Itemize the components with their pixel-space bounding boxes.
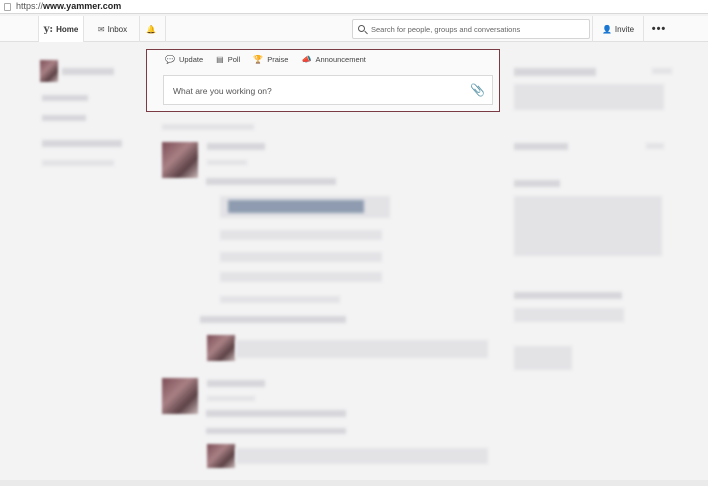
tab-praise[interactable]: 🏆 Praise [253, 55, 288, 64]
composer-placeholder: What are you working on? [173, 86, 272, 96]
blurred-group-item[interactable] [42, 140, 122, 147]
tab-announcement[interactable]: 📣 Announcement [301, 55, 365, 64]
attachment-icon[interactable]: 📎 [470, 83, 485, 97]
megaphone-icon: 📣 [301, 55, 312, 64]
blurred-section-title [514, 143, 568, 150]
blurred-section-body [514, 308, 624, 322]
post-avatar[interactable] [162, 378, 198, 414]
blurred-section-body [514, 84, 664, 110]
blurred-post-text [206, 178, 336, 185]
inbox-tab[interactable]: ✉ Inbox [86, 16, 140, 42]
blurred-section-body [514, 346, 572, 370]
tab-update[interactable]: 💬 Update [165, 55, 203, 64]
search-icon [358, 25, 365, 32]
bell-icon: 🔔 [146, 24, 156, 34]
yammer-logo-icon: y: [43, 23, 54, 35]
blurred-nav-item[interactable] [42, 95, 88, 101]
invite-button[interactable]: 👤 Invite [592, 16, 644, 42]
blurred-reply-input[interactable] [236, 448, 488, 464]
reply-avatar [207, 335, 235, 361]
browser-address-bar[interactable]: https://www.yammer.com [0, 0, 708, 14]
composer-input[interactable]: What are you working on? 📎 [163, 75, 493, 105]
reply-avatar [207, 444, 235, 468]
blurred-nav-item[interactable] [42, 115, 86, 121]
blurred-username [62, 68, 114, 75]
user-avatar[interactable] [40, 60, 58, 82]
blurred-poll-bar[interactable] [228, 200, 364, 213]
speech-bubble-icon: 💬 [165, 55, 175, 64]
tab-update-label: Update [178, 55, 204, 64]
publisher-composer: 💬 Update ▤ Poll 🏆 Praise 📣 Announcement … [146, 49, 500, 112]
blurred-post-actions[interactable] [206, 428, 346, 434]
search-input[interactable]: Search for people, groups and conversati… [352, 19, 590, 39]
inbox-label: Inbox [107, 24, 128, 34]
home-tab[interactable]: y: Home [38, 16, 84, 42]
composer-tabs: 💬 Update ▤ Poll 🏆 Praise 📣 Announcement [165, 55, 379, 64]
more-icon: ••• [651, 23, 667, 35]
blurred-poll-footer [220, 296, 340, 303]
blurred-post-meta [207, 160, 247, 165]
blurred-poll-option[interactable] [220, 252, 382, 262]
top-navigation: y: Home ✉ Inbox 🔔 Search for people, gro… [0, 16, 708, 42]
invite-label: Invite [614, 24, 635, 34]
blurred-poll-option[interactable] [220, 272, 382, 282]
tab-poll-label: Poll [227, 55, 241, 64]
post-avatar[interactable] [162, 142, 198, 178]
blurred-post-author[interactable] [207, 143, 265, 150]
home-label: Home [56, 24, 79, 34]
lock-icon [4, 3, 11, 11]
poll-icon: ▤ [216, 55, 224, 64]
blurred-post-text [206, 410, 346, 417]
tab-poll[interactable]: ▤ Poll [216, 55, 240, 64]
blurred-group-item[interactable] [42, 160, 114, 166]
tab-praise-label: Praise [267, 55, 289, 64]
blurred-section-link[interactable] [646, 143, 664, 149]
add-person-icon: 👤 [601, 24, 612, 34]
footer-bar [0, 480, 708, 486]
url-text: https://www.yammer.com [16, 1, 122, 11]
blurred-section-link[interactable] [652, 68, 672, 74]
blurred-section-title [514, 180, 560, 187]
blurred-section-body [514, 196, 662, 256]
inbox-icon: ✉ [97, 24, 105, 34]
search-placeholder: Search for people, groups and conversati… [371, 25, 521, 34]
more-menu-button[interactable]: ••• [644, 16, 674, 42]
blurred-poll-option[interactable] [220, 230, 382, 240]
blurred-section-title [514, 292, 622, 299]
blurred-section-title [514, 68, 596, 76]
tab-announcement-label: Announcement [315, 55, 366, 64]
blurred-post-author[interactable] [207, 380, 265, 387]
trophy-icon: 🏆 [253, 55, 264, 64]
blurred-reply-input[interactable] [236, 340, 488, 358]
notifications-button[interactable]: 🔔 [140, 16, 166, 42]
blurred-feed-filter[interactable] [162, 124, 254, 130]
blurred-post-meta [207, 396, 255, 401]
blurred-post-actions[interactable] [200, 316, 346, 323]
